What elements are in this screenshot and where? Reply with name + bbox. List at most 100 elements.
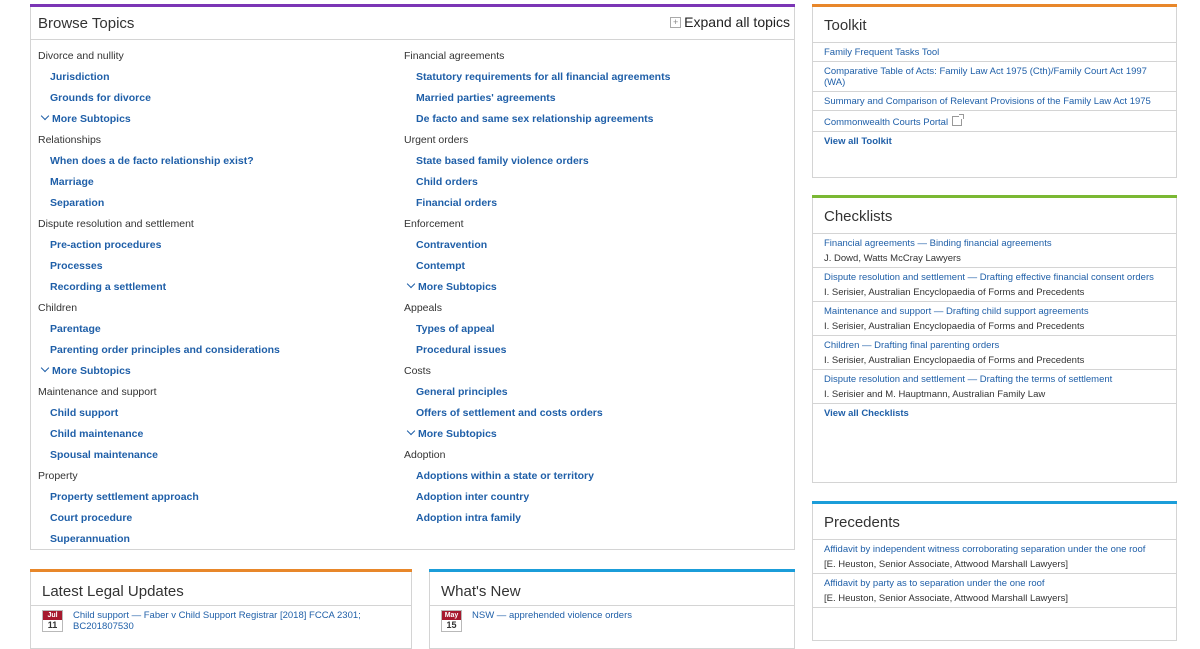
precedents-panel: Precedents Affidavit by independent witn…	[812, 501, 1177, 641]
checklists-item-link[interactable]: Children — Drafting final parenting orde…	[824, 340, 1166, 351]
browse-topics-panel: Browse Topics + Expand all topics Divorce…	[30, 4, 795, 550]
subtopic-link[interactable]: De facto and same sex relationship agree…	[404, 109, 670, 130]
link-text: Summary and Comparison of Relevant Provi…	[824, 96, 1151, 107]
toolkit-item-link[interactable]: Commonwealth Courts Portal	[824, 114, 1166, 128]
chevron-down-icon	[40, 111, 50, 121]
subtopic-link[interactable]: When does a de facto relationship exist?	[38, 151, 280, 172]
panel-accent-bar	[812, 501, 1177, 504]
subtopic-link[interactable]: Child maintenance	[38, 424, 280, 445]
subtopic-link[interactable]: Parentage	[38, 319, 280, 340]
link-text: Dispute resolution and settlement — Draf…	[824, 374, 1113, 385]
subtopic-link[interactable]: Superannuation	[38, 529, 280, 550]
checklists-item: Children — Drafting final parenting orde…	[813, 336, 1176, 370]
precedents-item: Affidavit by independent witness corrobo…	[813, 540, 1176, 574]
whats-new-panel: What's New May 15 NSW — apprehended viol…	[429, 569, 795, 649]
checklists-item-author: I. Serisier, Australian Encyclopaedia of…	[824, 321, 1085, 332]
precedents-item-link[interactable]: Affidavit by party as to separation unde…	[824, 578, 1166, 589]
subtopic-link[interactable]: Pre-action procedures	[38, 235, 280, 256]
toolkit-item: Summary and Comparison of Relevant Provi…	[813, 92, 1176, 111]
calendar-day: 15	[446, 620, 457, 630]
subtopic-link[interactable]: Married parties' agreements	[404, 88, 670, 109]
subtopic-link[interactable]: Procedural issues	[404, 340, 670, 361]
subtopic-link[interactable]: Child support	[38, 403, 280, 424]
panel-accent-bar	[812, 4, 1177, 7]
checklists-item-link[interactable]: Financial agreements — Binding financial…	[824, 238, 1166, 249]
link-text: Maintenance and support — Drafting child…	[824, 306, 1089, 317]
subtopic-link[interactable]: General principles	[404, 382, 670, 403]
link-text: Comparative Table of Acts: Family Law Ac…	[824, 66, 1147, 88]
precedents-item-author: [E. Heuston, Senior Associate, Attwood M…	[824, 593, 1068, 604]
news-link[interactable]: Child support — Faber v Child Support Re…	[73, 610, 393, 632]
checklists-item-link[interactable]: Maintenance and support — Drafting child…	[824, 306, 1166, 317]
subtopic-link[interactable]: Recording a settlement	[38, 277, 280, 298]
calendar-icon: Jul 11	[42, 610, 63, 632]
calendar-icon: May 15	[441, 610, 462, 632]
panel-accent-bar	[429, 569, 795, 572]
view-all-toolkit-link[interactable]: View all Toolkit	[813, 132, 1176, 150]
checklists-item-link[interactable]: Dispute resolution and settlement — Draf…	[824, 374, 1166, 385]
subtopic-link[interactable]: Property settlement approach	[38, 487, 280, 508]
divider	[430, 605, 794, 606]
news-link[interactable]: NSW — apprehended violence orders	[472, 610, 792, 621]
chevron-down-icon	[406, 279, 416, 289]
more-subtopics-label: More Subtopics	[418, 281, 497, 293]
view-all-label: View all Checklists	[824, 408, 909, 419]
toolkit-item: Family Frequent Tasks Tool	[813, 43, 1176, 62]
checklists-item-author: I. Serisier, Australian Encyclopaedia of…	[824, 287, 1085, 298]
link-text: Affidavit by party as to separation unde…	[824, 578, 1045, 589]
subtopic-link[interactable]: Offers of settlement and costs orders	[404, 403, 670, 424]
more-subtopics-toggle[interactable]: More Subtopics	[38, 109, 280, 130]
checklists-item-link[interactable]: Dispute resolution and settlement — Draf…	[824, 272, 1166, 283]
subtopic-link[interactable]: Court procedure	[38, 508, 280, 529]
precedents-item-link[interactable]: Affidavit by independent witness corrobo…	[824, 544, 1166, 555]
subtopic-link[interactable]: Contempt	[404, 256, 670, 277]
calendar-day: 11	[47, 620, 58, 630]
toolkit-item: Comparative Table of Acts: Family Law Ac…	[813, 62, 1176, 92]
toolkit-panel: Toolkit Family Frequent Tasks Tool Compar…	[812, 4, 1177, 178]
divider	[31, 605, 411, 606]
subtopic-link[interactable]: Parenting order principles and considera…	[38, 340, 280, 361]
plus-icon: +	[670, 16, 682, 28]
more-subtopics-toggle[interactable]: More Subtopics	[38, 361, 280, 382]
topic-category: Costs	[404, 365, 431, 377]
browse-topics-title: Browse Topics	[38, 15, 135, 32]
toolkit-item-link[interactable]: Family Frequent Tasks Tool	[824, 47, 1166, 58]
topic-category: Maintenance and support	[38, 386, 157, 398]
view-all-checklists-link[interactable]: View all Checklists	[813, 404, 1176, 422]
link-text: Commonwealth Courts Portal	[824, 117, 949, 128]
subtopic-link[interactable]: Processes	[38, 256, 280, 277]
subtopic-link[interactable]: Jurisdiction	[38, 67, 280, 88]
subtopic-link[interactable]: Contravention	[404, 235, 670, 256]
subtopic-link[interactable]: Statutory requirements for all financial…	[404, 67, 670, 88]
view-all-label: View all Toolkit	[824, 136, 892, 147]
more-subtopics-toggle[interactable]: More Subtopics	[404, 424, 670, 445]
subtopic-link[interactable]: Grounds for divorce	[38, 88, 280, 109]
topics-column-left: Divorce and nullity Jurisdiction Grounds f…	[38, 46, 280, 550]
topic-category: Financial agreements	[404, 50, 505, 62]
topic-category: Urgent orders	[404, 134, 469, 146]
more-subtopics-toggle[interactable]: More Subtopics	[404, 277, 670, 298]
expand-all-topics-button[interactable]: + Expand all topics	[670, 14, 790, 30]
checklists-item-author: I. Serisier and M. Hauptmann, Australian…	[824, 389, 1046, 400]
subtopic-link[interactable]: Spousal maintenance	[38, 445, 280, 466]
subtopic-link[interactable]: State based family violence orders	[404, 151, 670, 172]
topic-category: Property	[38, 470, 78, 482]
topic-category: Dispute resolution and settlement	[38, 218, 194, 230]
link-text: Family Frequent Tasks Tool	[824, 47, 940, 58]
subtopic-link[interactable]: Adoption intra family	[404, 508, 670, 529]
subtopic-link[interactable]: Financial orders	[404, 193, 670, 214]
link-text: Dispute resolution and settlement — Draf…	[824, 272, 1154, 283]
toolkit-item-link[interactable]: Summary and Comparison of Relevant Provi…	[824, 96, 1166, 107]
subtopic-link[interactable]: Child orders	[404, 172, 670, 193]
latest-legal-updates-panel: Latest Legal Updates Jul 11 Child suppor…	[30, 569, 412, 649]
calendar-month: May	[442, 611, 461, 620]
subtopic-link[interactable]: Types of appeal	[404, 319, 670, 340]
subtopic-link[interactable]: Marriage	[38, 172, 280, 193]
toolkit-list: Family Frequent Tasks Tool Comparative Ta…	[813, 42, 1176, 150]
toolkit-item-link[interactable]: Comparative Table of Acts: Family Law Ac…	[824, 66, 1166, 88]
topic-category: Divorce and nullity	[38, 50, 124, 62]
subtopic-link[interactable]: Adoption inter country	[404, 487, 670, 508]
whats-new-title: What's New	[441, 583, 521, 600]
subtopic-link[interactable]: Separation	[38, 193, 280, 214]
subtopic-link[interactable]: Adoptions within a state or territory	[404, 466, 670, 487]
